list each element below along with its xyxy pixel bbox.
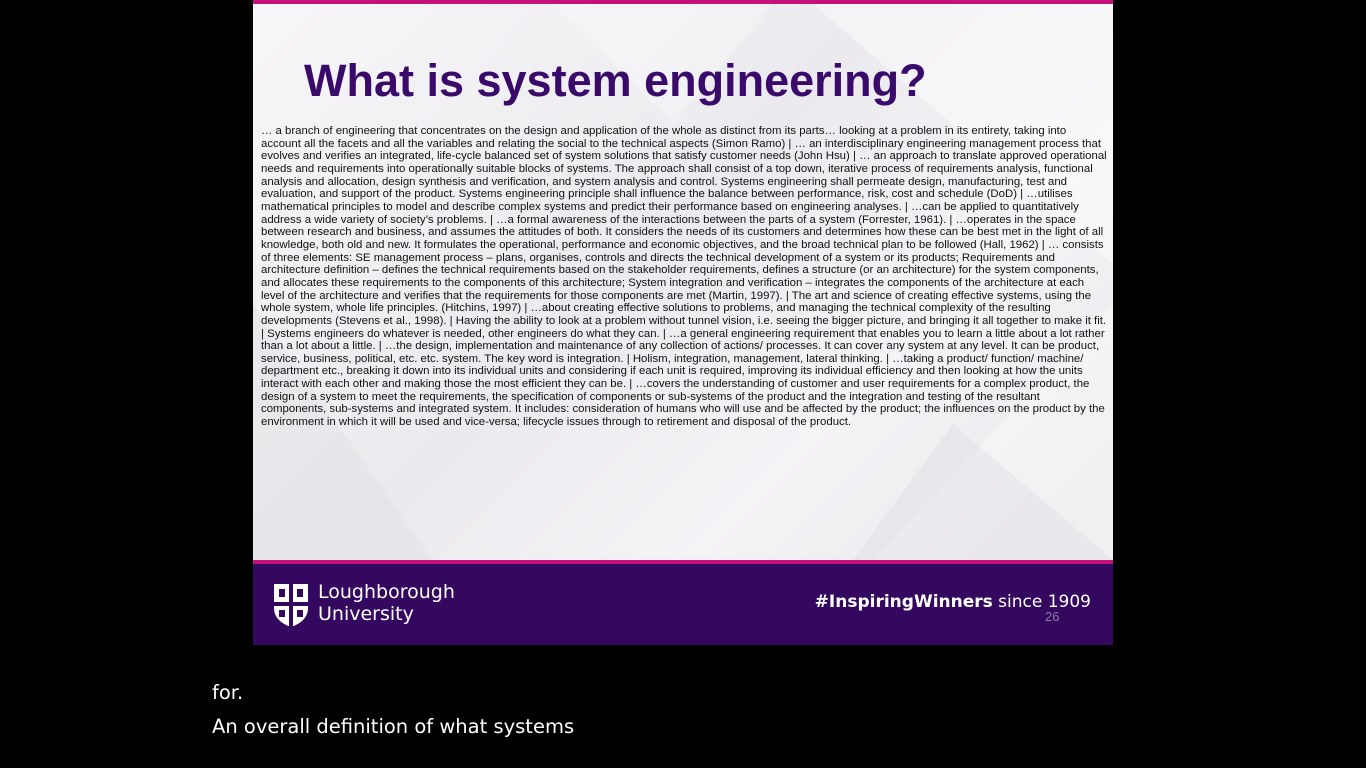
caption-line-2: An overall definition of what systems: [212, 715, 575, 738]
logo-line-2: University: [318, 603, 414, 625]
slide-body-text: … a branch of engineering that concentra…: [261, 125, 1107, 429]
presentation-slide: What is system engineering? … a branch o…: [253, 0, 1113, 645]
caption-line-1: for.: [212, 681, 244, 704]
video-player[interactable]: What is system engineering? … a branch o…: [0, 0, 1366, 768]
slide-footer: Loughborough University #InspiringWinner…: [253, 564, 1113, 645]
slide-number: 26: [1045, 609, 1060, 624]
tagline-since: since 1909: [992, 592, 1091, 612]
logo-line-1: Loughborough: [318, 581, 455, 603]
tagline-hashtag: #InspiringWinners: [814, 592, 993, 612]
slide-title: What is system engineering?: [304, 55, 927, 106]
university-shield-icon: [274, 584, 308, 627]
university-logo-text: Loughborough University: [318, 581, 455, 625]
subtitle-captions: for. An overall definition of what syste…: [212, 676, 574, 744]
